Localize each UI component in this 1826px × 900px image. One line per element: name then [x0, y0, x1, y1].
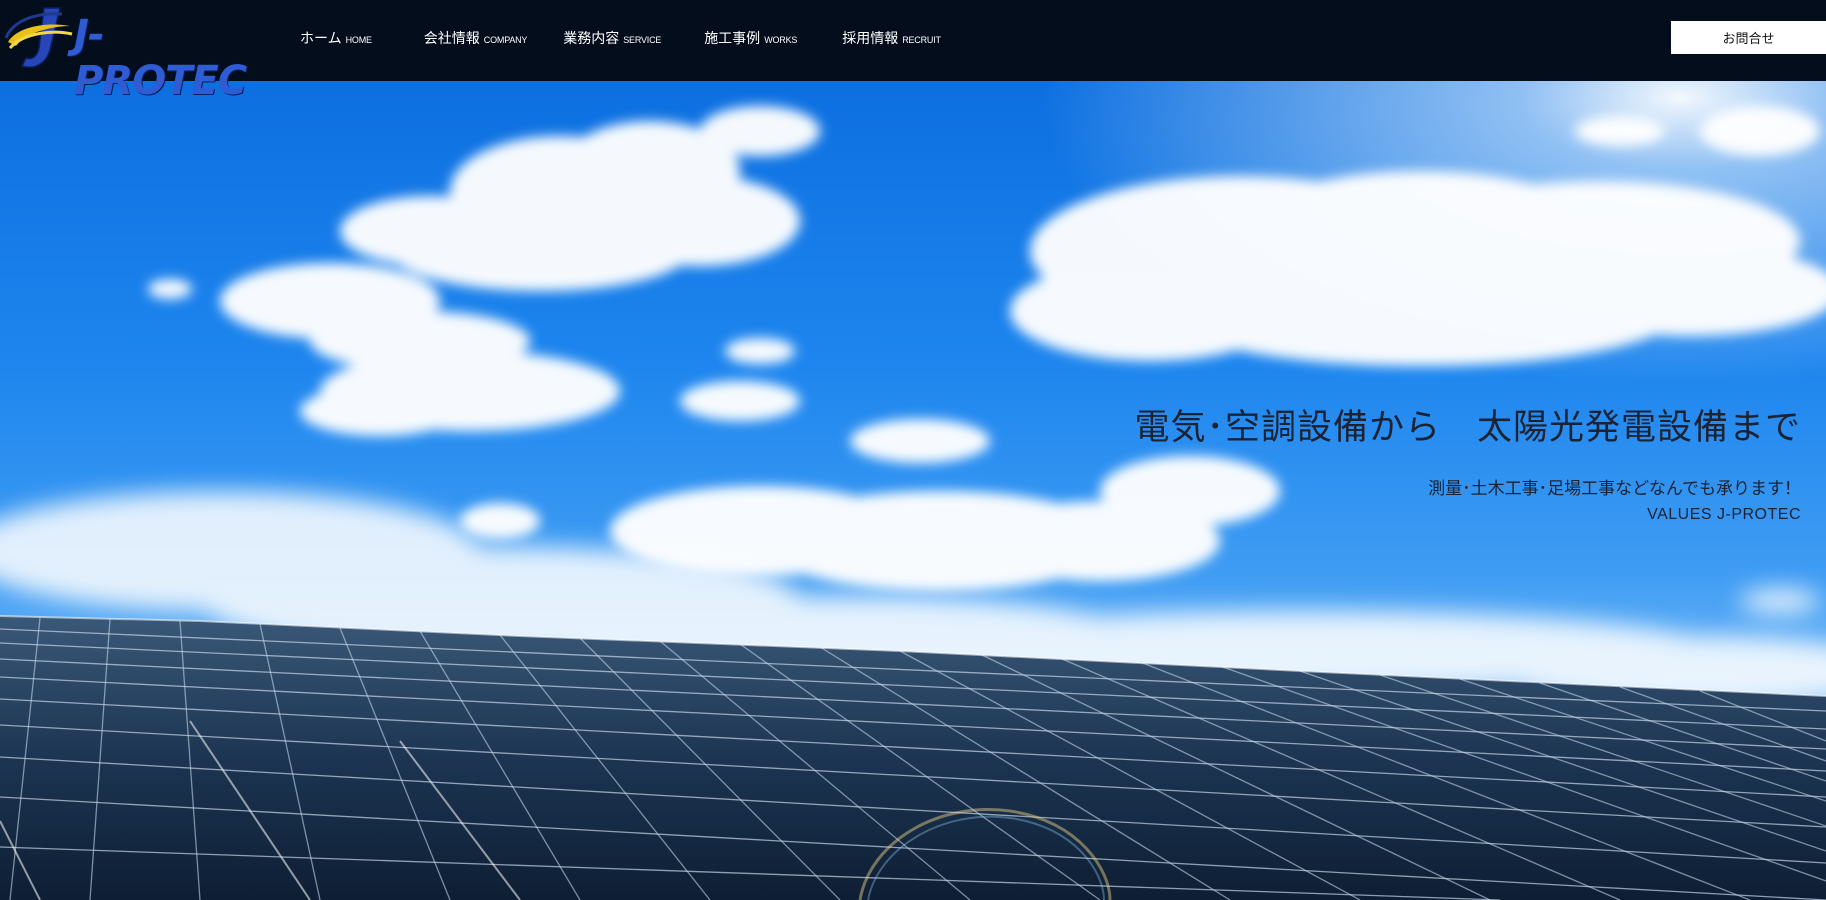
nav-item-label: 会社情報: [423, 31, 480, 47]
nav-item-label: 施工事例: [704, 31, 761, 47]
hero-subtitle: 測量･土木工事･足場工事などなんでも承ります！: [1428, 479, 1801, 499]
nav-item-label: 採用情報: [842, 31, 899, 47]
nav-item-sublabel: COMPANY: [483, 35, 528, 45]
site-header: J-PROTEC ホーム HOME 会社情報 COMPANY 業務内容 SERV…: [0, 0, 1826, 104]
logo-wordmark: J-PROTEC: [74, 12, 247, 104]
nav-item-sublabel: SERVICE: [623, 35, 662, 45]
hero-title: 電気･空調設備から 太陽光発電設備まで: [1134, 408, 1801, 448]
nav-item-sublabel: WORKS: [764, 35, 798, 45]
nav-item-label: 業務内容: [563, 31, 620, 47]
nav-item-home[interactable]: ホーム HOME: [300, 28, 372, 48]
nav-item-sublabel: HOME: [345, 35, 372, 45]
j-swoosh-logo-icon: [4, 7, 73, 68]
contact-button[interactable]: お問合せ: [1671, 21, 1826, 54]
hero-tagline: VALUES J-PROTEC: [1647, 506, 1801, 523]
nav-item-service[interactable]: 業務内容 SERVICE: [563, 28, 661, 48]
nav-item-company[interactable]: 会社情報 COMPANY: [423, 28, 528, 48]
hero-section: 電気･空調設備から 太陽光発電設備まで 測量･土木工事･足場工事などなんでも承り…: [0, 81, 1826, 900]
page: J-PROTEC ホーム HOME 会社情報 COMPANY 業務内容 SERV…: [0, 0, 1826, 900]
main-nav: ホーム HOME 会社情報 COMPANY 業務内容 SERVICE 施工事例 …: [300, 0, 941, 76]
nav-item-sublabel: RECRUIT: [902, 35, 941, 45]
site-logo[interactable]: J-PROTEC: [4, 2, 254, 104]
nav-item-works[interactable]: 施工事例 WORKS: [704, 28, 797, 48]
nav-item-recruit[interactable]: 採用情報 RECRUIT: [842, 28, 941, 48]
nav-item-label: ホーム: [300, 31, 342, 47]
